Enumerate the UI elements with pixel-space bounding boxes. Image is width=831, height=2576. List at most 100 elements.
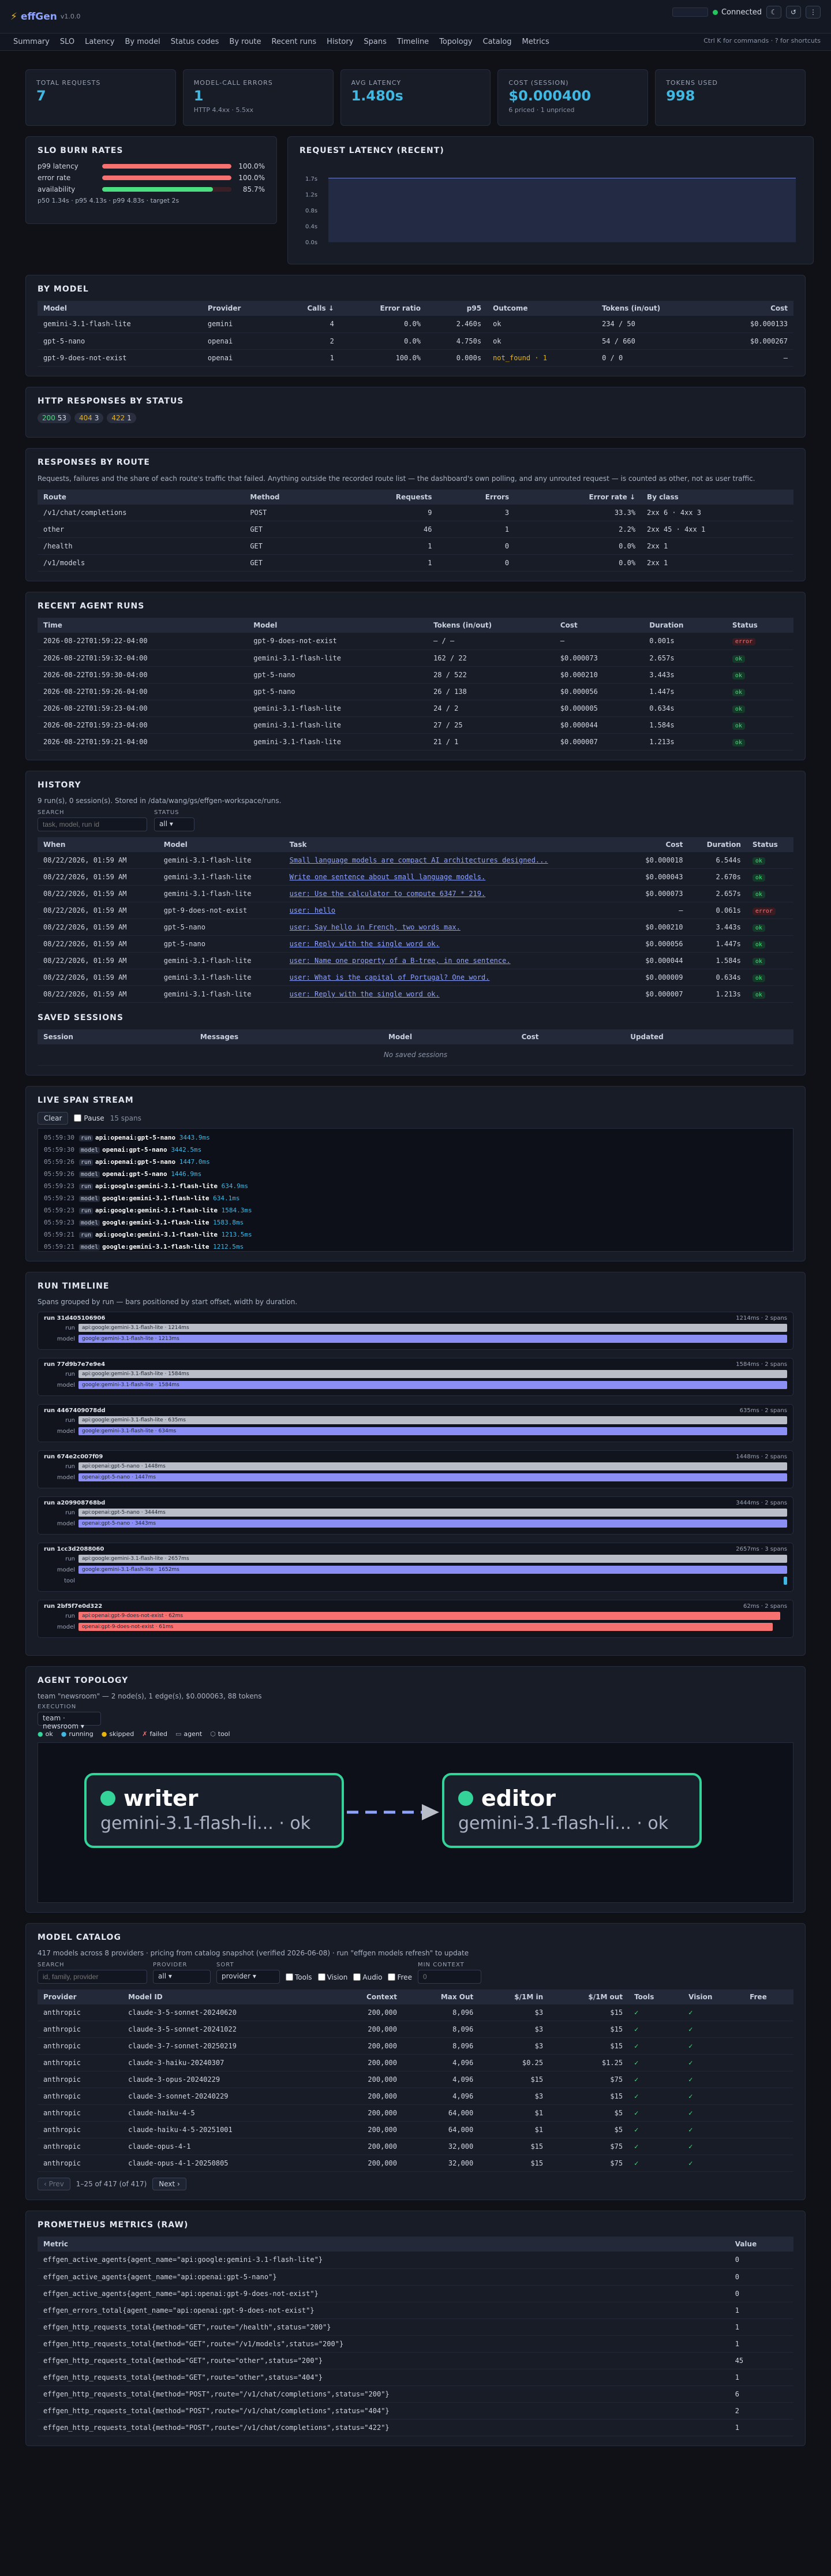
cell-value[interactable]: Small language models are compact AI arc… <box>290 856 548 864</box>
column-header[interactable]: Tokens (in/out) <box>596 301 712 316</box>
timeline-run[interactable]: run 77d9b7e7e9e4 1584ms · 2 spans run api:g… <box>38 1357 793 1396</box>
history-search-input[interactable] <box>38 817 147 831</box>
timeline-bar[interactable]: openai:gpt-9-does-not-exist · 61ms <box>78 1623 773 1631</box>
column-header[interactable]: Provider <box>201 301 276 316</box>
table-row[interactable]: gemini-3.1-flash-lite gemini 4 0.0% 2.460s ok… <box>38 316 793 333</box>
timeline-bar[interactable]: api:openai:gpt-9-does-not-exist · 62ms <box>78 1612 780 1620</box>
table-row[interactable]: anthropic claude-3-opus-20240229 200,000 4,… <box>38 2071 793 2088</box>
filter-checkbox[interactable] <box>286 1973 293 1981</box>
column-header[interactable]: Duration <box>643 618 727 633</box>
table-row[interactable]: anthropic claude-3-7-sonnet-20250219 200,0… <box>38 2037 793 2055</box>
exec-select[interactable]: team · newsroom ▾ <box>38 1711 101 1730</box>
timeline-bar[interactable] <box>783 1577 787 1585</box>
timeline-run[interactable]: run 1cc3d2088060 2657ms · 3 spans run api:g… <box>38 1542 793 1592</box>
table-row[interactable]: anthropic claude-haiku-4-5 200,000 64,000 $1… <box>38 2104 793 2122</box>
column-header[interactable]: Model <box>248 618 428 633</box>
column-header[interactable]: Cost <box>712 301 793 316</box>
column-header[interactable]: Model <box>38 301 202 316</box>
column-header[interactable]: $/1M out <box>549 1989 629 2004</box>
table-row[interactable]: effgen_http_requests_total{method="GET",… <box>38 2352 793 2369</box>
menu-icon[interactable]: ⋮ <box>806 6 821 18</box>
column-header[interactable]: Model ID <box>122 1989 330 2004</box>
table-row[interactable]: 08/22/2026, 01:59 AM gpt-5-nano user: Repl… <box>38 935 793 953</box>
table-row[interactable]: 2026-08-22T01:59:23-04:00 gemini-3.1-flas… <box>38 716 793 734</box>
timeline-run[interactable]: run 31d405106906 1214ms · 2 spans run api:g… <box>38 1311 793 1350</box>
timeline-bar[interactable]: google:gemini-3.1-flash-lite · 1584ms <box>78 1381 787 1389</box>
table-row[interactable]: 08/22/2026, 01:59 AM gemini-3.1-flash-lit… <box>38 985 793 1003</box>
timeline-run[interactable]: run 2bf5f7e0d322 62ms · 2 spans run api:ope… <box>38 1599 793 1638</box>
column-header[interactable]: Session <box>38 1029 194 1044</box>
history-status-select[interactable]: all ▾ <box>154 817 194 831</box>
table-row[interactable]: effgen_errors_total{agent_name="api:open… <box>38 2302 793 2319</box>
column-header[interactable]: Tools <box>628 1989 683 2004</box>
cell-value[interactable]: user: Reply with the single word ok. <box>290 990 440 998</box>
refresh-icon[interactable]: ↺ <box>786 6 801 18</box>
cell-value[interactable]: Write one sentence about small language … <box>290 873 486 881</box>
column-header[interactable]: Tokens (in/out) <box>428 618 555 633</box>
filter-audio[interactable]: Audio <box>353 1973 382 1981</box>
filter-tools[interactable]: Tools <box>286 1973 312 1981</box>
cell-value[interactable]: user: hello <box>290 906 335 914</box>
column-header[interactable]: Errors <box>437 489 515 505</box>
column-header[interactable]: Cost <box>515 1029 625 1044</box>
timeline-bar[interactable]: api:google:gemini-3.1-flash-lite · 635ms <box>78 1416 787 1424</box>
table-row[interactable]: gpt-5-nano openai 2 0.0% 4.750s ok 54 / 660 $0.… <box>38 333 793 350</box>
nav-tab[interactable]: Catalog <box>478 38 517 46</box>
column-header[interactable]: Route <box>38 489 245 505</box>
table-row[interactable]: /v1/models GET 1 0 0.0% 2xx 1 <box>38 554 793 572</box>
column-header[interactable]: Value <box>729 2237 793 2252</box>
prev-button[interactable]: ‹ Prev <box>38 2178 70 2190</box>
table-row[interactable]: 08/22/2026, 01:59 AM gemini-3.1-flash-lit… <box>38 868 793 886</box>
table-row[interactable]: effgen_active_agents{agent_name="api:goo… <box>38 2252 793 2269</box>
nav-tab[interactable]: Topology <box>434 38 477 46</box>
nav-tab[interactable]: Latency <box>80 38 119 46</box>
timeline-bar[interactable]: google:gemini-3.1-flash-lite · 634ms <box>78 1427 787 1435</box>
column-header[interactable]: Status <box>746 837 793 852</box>
nav-tab[interactable]: Summary <box>8 38 55 46</box>
column-header[interactable]: Updated <box>624 1029 793 1044</box>
table-row[interactable]: 2026-08-22T01:59:26-04:00 gpt-5-nano 26 / … <box>38 683 793 700</box>
filter-checkbox[interactable] <box>388 1973 396 1981</box>
table-row[interactable]: 2026-08-22T01:59:30-04:00 gpt-5-nano 28 / … <box>38 666 793 684</box>
column-header[interactable]: Model <box>158 837 284 852</box>
cell-value[interactable]: user: Say hello in French, two words max… <box>290 923 461 931</box>
table-row[interactable]: anthropic claude-opus-4-1-20250805 200,000… <box>38 2155 793 2172</box>
column-header[interactable]: Requests <box>334 489 438 505</box>
table-row[interactable]: 08/22/2026, 01:59 AM gemini-3.1-flash-lit… <box>38 852 793 869</box>
column-header[interactable]: Time <box>38 618 248 633</box>
table-row[interactable]: effgen_http_requests_total{method="POST"… <box>38 2385 793 2403</box>
column-header[interactable]: When <box>38 837 158 852</box>
column-header[interactable]: Vision <box>683 1989 744 2004</box>
timeline-bar[interactable]: api:google:gemini-3.1-flash-lite · 1584m… <box>78 1370 787 1378</box>
column-header[interactable]: Method <box>244 489 334 505</box>
table-row[interactable]: 2026-08-22T01:59:23-04:00 gemini-3.1-flas… <box>38 700 793 717</box>
column-header[interactable]: Status <box>726 618 793 633</box>
table-row[interactable]: effgen_http_requests_total{method="GET",… <box>38 2369 793 2386</box>
table-row[interactable]: effgen_http_requests_total{method="GET",… <box>38 2335 793 2353</box>
column-header[interactable]: p95 <box>426 301 488 316</box>
column-header[interactable]: Error rate ↓ <box>515 489 642 505</box>
column-header[interactable]: Cost <box>554 618 644 633</box>
table-row[interactable]: 08/22/2026, 01:59 AM gpt-5-nano user: Say … <box>38 919 793 936</box>
timeline-bar[interactable]: api:openai:gpt-5-nano · 3444ms <box>78 1509 787 1517</box>
nav-tab[interactable]: Timeline <box>392 38 434 46</box>
catalog-search-input[interactable] <box>38 1969 147 1984</box>
cell-value[interactable]: user: Use the calculator to compute 6347… <box>290 890 486 898</box>
table-row[interactable]: effgen_http_requests_total{method="GET",… <box>38 2319 793 2336</box>
timeline-bar[interactable]: google:gemini-3.1-flash-lite · 1213ms <box>78 1335 787 1343</box>
timeline-run[interactable]: run 674e2c007f09 1448ms · 2 spans run api:o… <box>38 1450 793 1488</box>
nav-tab[interactable]: Status codes <box>166 38 224 46</box>
table-row[interactable]: anthropic claude-3-haiku-20240307 200,000 4… <box>38 2054 793 2071</box>
sort-select[interactable]: provider ▾ <box>216 1969 280 1984</box>
filter-vision[interactable]: Vision <box>317 1973 347 1981</box>
table-row[interactable]: gpt-9-does-not-exist openai 1 100.0% 0.000s n… <box>38 349 793 367</box>
column-header[interactable]: By class <box>641 489 793 505</box>
table-row[interactable]: 08/22/2026, 01:59 AM gemini-3.1-flash-lit… <box>38 952 793 969</box>
span-stream[interactable]: 05:59:30 run api:openai:gpt-5-nano 3443.9m… <box>38 1128 793 1252</box>
column-header[interactable]: Model <box>383 1029 516 1044</box>
nav-tab[interactable]: SLO <box>55 38 80 46</box>
nav-tab[interactable]: History <box>321 38 358 46</box>
timeline-run[interactable]: run 4467409078dd 635ms · 2 spans run api:go… <box>38 1403 793 1442</box>
provider-select[interactable]: all ▾ <box>153 1969 211 1984</box>
column-header[interactable]: Error ratio <box>339 301 426 316</box>
